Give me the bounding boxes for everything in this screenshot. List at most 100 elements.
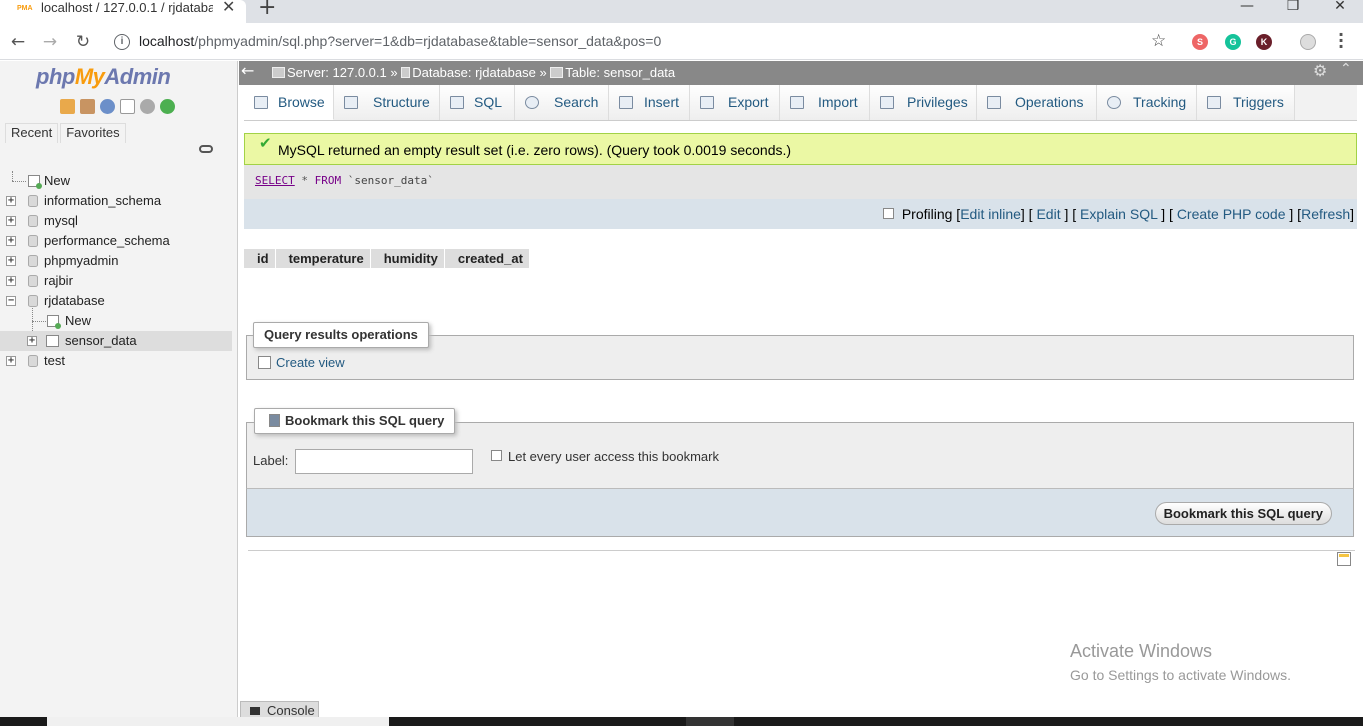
bookmark-share-option[interactable]: Let every user access this bookmark: [491, 449, 719, 464]
breadcrumb-sep: »: [390, 65, 398, 80]
settings-icon[interactable]: [140, 99, 155, 114]
breadcrumb-server[interactable]: Server: 127.0.0.1: [287, 65, 387, 80]
minimize-button[interactable]: —: [1224, 0, 1270, 19]
taskbar-search[interactable]: [47, 717, 389, 726]
column-header-humidity[interactable]: humidity: [371, 249, 445, 268]
tab-privileges[interactable]: Privileges: [870, 85, 977, 120]
operations-legend: Query results operations: [253, 322, 429, 348]
tree-item-information-schema[interactable]: + information_schema: [0, 191, 232, 211]
tree-item-new-db[interactable]: New: [0, 171, 232, 191]
browser-toolbar: ← → ↻ i localhost/phpmyadmin/sql.php?ser…: [0, 23, 1363, 60]
tab-title: localhost / 127.0.0.1 / rjdatabase: [41, 0, 213, 15]
help-icon[interactable]: [100, 99, 115, 114]
tab-sql[interactable]: SQL: [440, 85, 515, 120]
tree-item-mysql[interactable]: + mysql: [0, 211, 232, 231]
bookmark-star-icon[interactable]: ☆: [1151, 31, 1166, 51]
create-view-link[interactable]: Create view: [258, 356, 345, 370]
browser-menu-icon[interactable]: · · ·: [1334, 27, 1348, 55]
browser-tab[interactable]: PMA localhost / 127.0.0.1 / rjdatabase ✕: [0, 0, 246, 23]
tab-insert[interactable]: Insert: [609, 85, 690, 120]
address-bar[interactable]: localhost/phpmyadmin/sql.php?server=1&db…: [139, 33, 661, 49]
share-bookmark-checkbox[interactable]: [491, 450, 502, 461]
tab-search[interactable]: Search: [515, 85, 609, 120]
sql-query: SELECT * FROM `sensor_data`: [255, 165, 434, 197]
link-with-main-panel-icon[interactable]: [199, 145, 213, 153]
new-icon: [47, 315, 61, 329]
profile-icon[interactable]: [1300, 34, 1316, 50]
tab-label: Operations: [1015, 94, 1084, 110]
expand-icon[interactable]: +: [6, 216, 16, 226]
collapse-top-icon[interactable]: ⌃: [1340, 61, 1352, 77]
taskbar-app[interactable]: [686, 717, 734, 726]
refresh-link[interactable]: Refresh: [1301, 206, 1350, 222]
sql-query-box[interactable]: SELECT * FROM `sensor_data`: [244, 165, 1357, 199]
bookmark-label-input[interactable]: [295, 449, 473, 474]
logout-icon[interactable]: [80, 99, 95, 114]
explain-sql-link[interactable]: Explain SQL: [1080, 206, 1157, 222]
bookmark-query-button[interactable]: Bookmark this SQL query: [1154, 502, 1332, 525]
edit-link[interactable]: Edit: [1036, 206, 1060, 222]
tab-operations[interactable]: Operations: [977, 85, 1097, 120]
back-button[interactable]: ←: [8, 32, 28, 52]
database-icon: [28, 275, 38, 287]
tab-close-icon[interactable]: ✕: [222, 0, 235, 15]
table-icon: [550, 67, 564, 78]
tree-item-test[interactable]: + test: [0, 351, 232, 371]
column-header-created-at[interactable]: created_at: [445, 249, 530, 268]
tab-triggers[interactable]: Triggers: [1197, 85, 1295, 120]
tab-export[interactable]: Export: [690, 85, 780, 120]
recent-favorites-tabs: Recent Favorites: [5, 122, 128, 143]
sql-keyword-select[interactable]: SELECT: [255, 174, 295, 187]
column-header-id[interactable]: id: [244, 249, 276, 268]
tab-import[interactable]: Import: [780, 85, 870, 120]
expand-icon[interactable]: +: [6, 356, 16, 366]
docs-icon[interactable]: [120, 99, 135, 114]
expand-icon[interactable]: +: [27, 336, 37, 346]
tab-browse[interactable]: Browse: [244, 85, 334, 120]
expand-icon[interactable]: +: [6, 196, 16, 206]
reload-nav-icon[interactable]: [160, 99, 175, 114]
breadcrumb-table[interactable]: Table: sensor_data: [565, 65, 675, 80]
settings-gear-icon[interactable]: ⚙: [1313, 61, 1327, 80]
tree-item-new-table[interactable]: New: [0, 311, 232, 331]
tree-item-phpmyadmin[interactable]: + phpmyadmin: [0, 251, 232, 271]
tab-label: Tracking: [1133, 94, 1187, 110]
expand-icon[interactable]: +: [6, 276, 16, 286]
collapse-panel-icon[interactable]: ←: [241, 61, 254, 80]
edit-inline-link[interactable]: Edit inline: [960, 206, 1021, 222]
collapse-icon[interactable]: −: [6, 296, 16, 306]
phpmyadmin-logo[interactable]: phpMyAdmin: [36, 64, 171, 90]
maximize-button[interactable]: ❐: [1270, 0, 1316, 19]
tree-item-performance-schema[interactable]: + performance_schema: [0, 231, 232, 251]
tree-item-sensor-data[interactable]: + sensor_data: [0, 331, 232, 351]
expand-icon[interactable]: +: [6, 236, 16, 246]
tree-item-rajbir[interactable]: + rajbir: [0, 271, 232, 291]
tab-favorites[interactable]: Favorites: [60, 123, 126, 143]
tab-tracking[interactable]: Tracking: [1097, 85, 1197, 120]
home-icon[interactable]: [60, 99, 75, 114]
notes-icon[interactable]: [1337, 552, 1351, 566]
stop-extension-icon[interactable]: S: [1192, 34, 1208, 50]
taskbar: [0, 717, 1363, 726]
site-info-icon[interactable]: i: [114, 34, 130, 50]
main-menu: Browse Structure SQL Search Insert Expor…: [244, 85, 1357, 121]
tab-label: Export: [728, 94, 769, 110]
profiling-checkbox[interactable]: [882, 208, 894, 219]
pma-favicon-icon: PMA: [17, 5, 33, 12]
tree-item-rjdatabase[interactable]: − rjdatabase: [0, 291, 232, 311]
window-close-button[interactable]: ✕: [1317, 0, 1363, 19]
tab-recent[interactable]: Recent: [5, 123, 59, 143]
reload-button[interactable]: ↻: [73, 32, 93, 52]
activate-windows-title: Activate Windows: [1070, 641, 1213, 661]
new-tab-button[interactable]: +: [258, 0, 276, 19]
column-header-temperature[interactable]: temperature: [276, 249, 371, 268]
tab-structure[interactable]: Structure: [334, 85, 440, 120]
breadcrumb-sep: »: [539, 65, 547, 80]
grammarly-icon[interactable]: G: [1225, 34, 1241, 50]
expand-icon[interactable]: +: [6, 256, 16, 266]
k-extension-icon[interactable]: K: [1256, 34, 1272, 50]
forward-button[interactable]: →: [40, 32, 60, 52]
create-php-link[interactable]: Create PHP code: [1177, 206, 1286, 222]
breadcrumb-database[interactable]: Database: rjdatabase: [412, 65, 536, 80]
structure-icon: [344, 96, 358, 109]
